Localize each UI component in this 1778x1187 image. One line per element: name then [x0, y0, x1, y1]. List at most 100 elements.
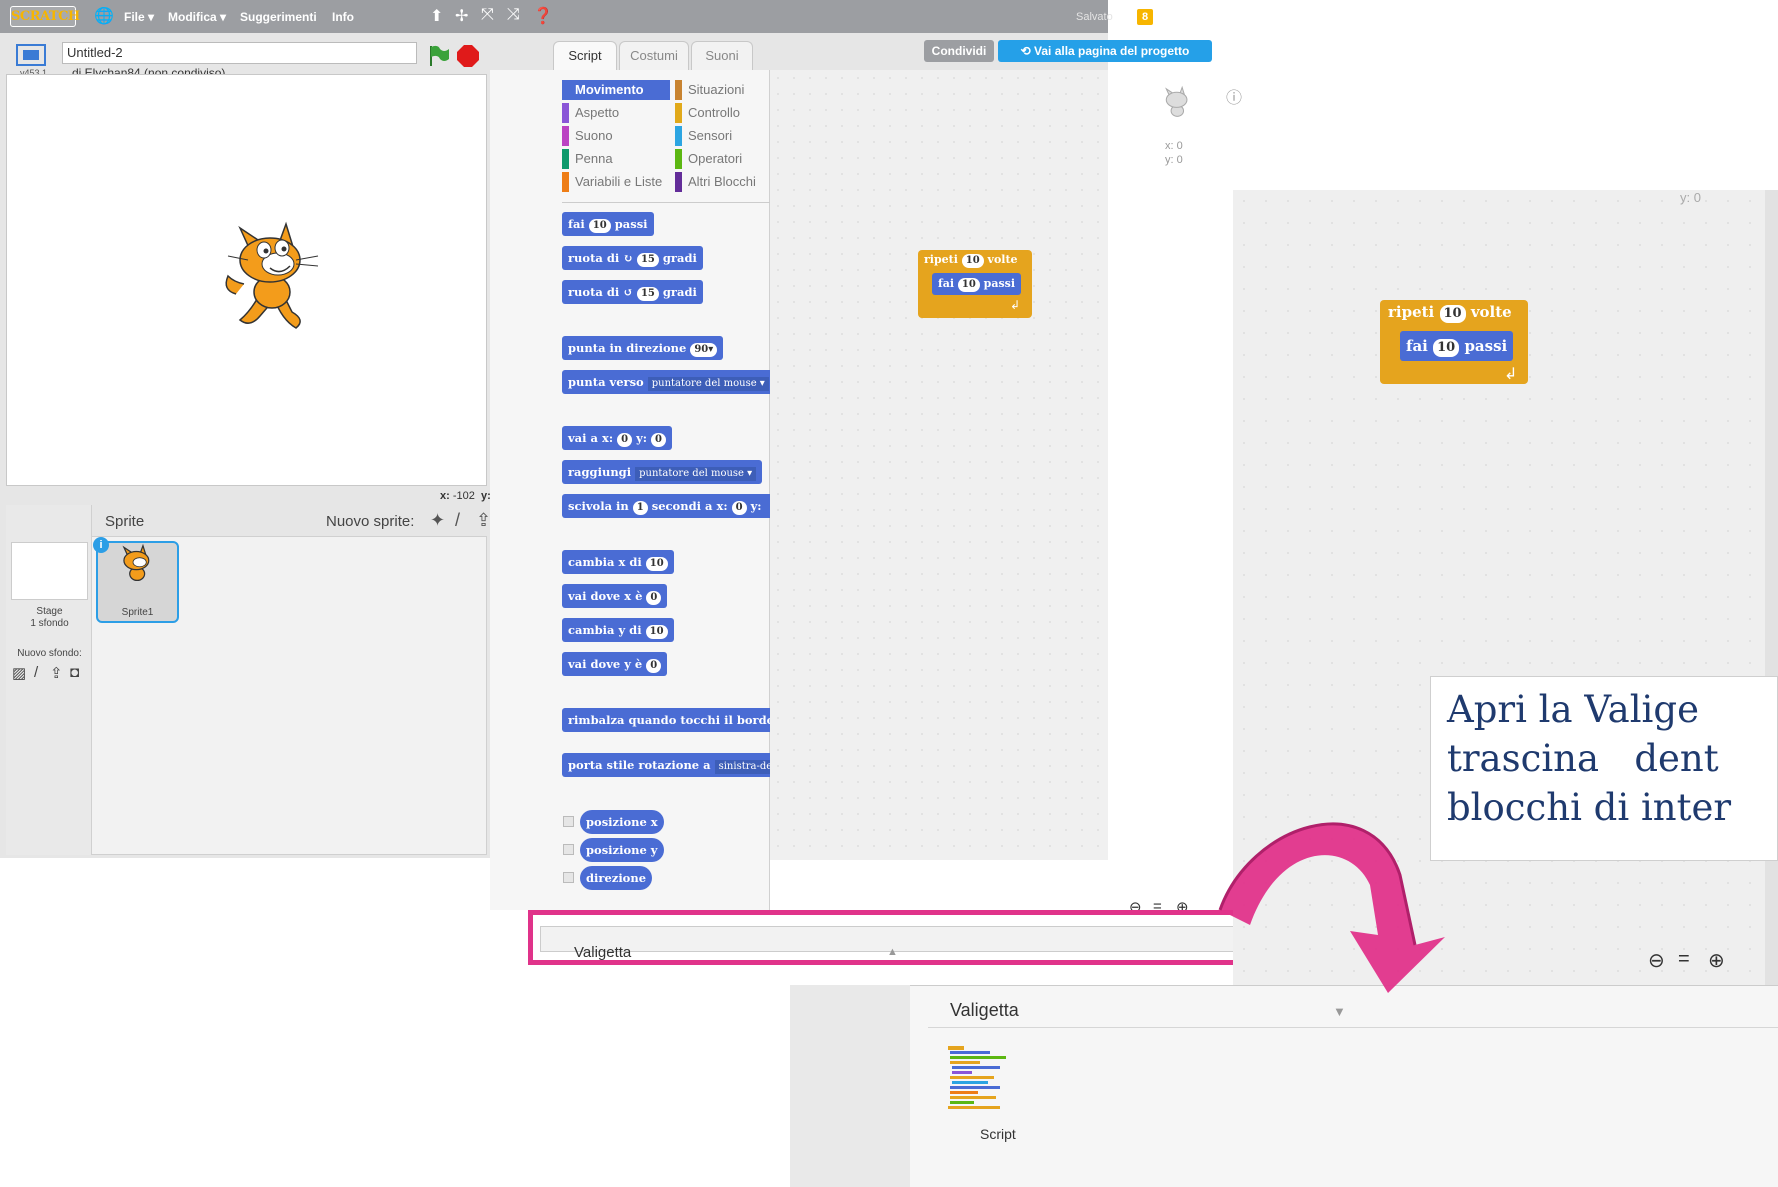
saved-status: Salvato — [1076, 11, 1113, 23]
block-rotation-style[interactable]: porta stile rotazione a sinistra-de — [562, 753, 770, 777]
sprite1-label: Sprite1 — [121, 607, 154, 618]
category-sensing[interactable]: Sensori — [675, 126, 783, 146]
reporter-y-position[interactable]: posizione y — [580, 838, 664, 862]
block-move[interactable]: fai 10 passi — [562, 212, 654, 236]
current-sprite-icon — [1165, 85, 1188, 117]
categories-right: Situazioni Controllo Sensori Operatori A… — [675, 80, 783, 192]
user-icon[interactable]: 8 — [1137, 9, 1153, 25]
share-button[interactable]: Condividi — [924, 40, 994, 62]
repeat-block-small-label: ripeti 10 volte — [924, 253, 1018, 268]
menu-tips[interactable]: Suggerimenti — [240, 10, 317, 24]
script-area[interactable] — [770, 70, 1108, 860]
move-block-small[interactable]: fai 10 passi — [932, 273, 1022, 295]
project-title-input[interactable]: Untitled-2 — [62, 42, 417, 64]
sprite1-cat-icon — [122, 543, 150, 582]
callout-line-1: Apri la Valige — [1447, 688, 1699, 731]
block-change-x[interactable]: cambia x di 10 — [562, 550, 674, 574]
duplicate-icon[interactable]: ⬆ — [430, 6, 443, 26]
category-events[interactable]: Situazioni — [675, 80, 783, 100]
shrink-icon[interactable]: ⤨ — [507, 6, 520, 24]
curved-arrow — [1218, 822, 1445, 993]
grow-icon[interactable]: ⤧ — [481, 6, 494, 24]
block-turn-left[interactable]: ruota di ↺ 15 gradi — [562, 280, 703, 304]
menu-bar — [0, 0, 1108, 33]
backpack-collapse-icon[interactable]: ▼ — [1333, 1004, 1346, 1019]
categories-left: Movimento Aspetto Suono Penna Variabili … — [562, 80, 670, 192]
zoom-reset-large-icon[interactable]: = — [1678, 948, 1690, 971]
menu-file[interactable]: File ▾ — [124, 10, 154, 24]
tab-costumes[interactable]: Costumi — [619, 41, 689, 71]
tab-sounds[interactable]: Suoni — [691, 41, 753, 71]
stop-icon[interactable] — [456, 44, 480, 68]
block-set-x[interactable]: vai dove x è 0 — [562, 584, 668, 608]
sprite-header-label: Sprite — [105, 513, 145, 530]
backpack-expanded-label: Valigetta — [950, 1000, 1019, 1020]
user-menu[interactable]: Elychan84 ▾ — [1162, 10, 1231, 24]
category-control[interactable]: Controllo — [675, 103, 783, 123]
backdrop-camera-icon[interactable]: ◘ — [70, 664, 79, 681]
backdrop-library-icon[interactable]: ▨ — [12, 664, 26, 682]
checkbox-y-position[interactable] — [563, 844, 574, 855]
backpack-script-icon[interactable] — [948, 1046, 1018, 1116]
zoom-y-readout: y: 0 — [1680, 190, 1701, 205]
block-turn-right[interactable]: ruota di ↻ 15 gradi — [562, 246, 703, 270]
menu-about[interactable]: Info — [332, 10, 354, 24]
project-page-button[interactable]: ⟲ Vai alla pagina del progetto — [998, 40, 1212, 62]
category-more-blocks[interactable]: Altri Blocchi — [675, 172, 783, 192]
category-motion[interactable]: Movimento — [562, 80, 670, 100]
category-operators[interactable]: Operatori — [675, 149, 783, 169]
menu-edit[interactable]: Modifica ▾ — [168, 10, 226, 24]
block-change-y[interactable]: cambia y di 10 — [562, 618, 674, 642]
cat-sprite[interactable] — [222, 220, 326, 336]
backdrop-paint-icon[interactable]: / — [34, 664, 38, 681]
category-variables[interactable]: Variabili e Liste — [562, 172, 670, 192]
block-set-y[interactable]: vai dove y è 0 — [562, 652, 668, 676]
fullscreen-icon[interactable] — [16, 44, 46, 66]
tab-script[interactable]: Script — [553, 41, 617, 71]
info-icon[interactable]: i — [93, 537, 109, 553]
category-pen[interactable]: Penna — [562, 149, 670, 169]
turn-right-icon: ↻ — [623, 251, 633, 265]
sprite-library-icon[interactable]: ✦ — [430, 510, 445, 531]
category-looks[interactable]: Aspetto — [562, 103, 670, 123]
block-glide[interactable]: scivola in 1 secondi a x: 0 y: — [562, 494, 770, 518]
loop-arrow-large-icon: ↲ — [1504, 366, 1518, 383]
cut-icon[interactable]: ✢ — [455, 6, 468, 26]
scratch-logo[interactable]: SCRATCH — [10, 6, 80, 27]
block-point-direction[interactable]: punta in direzione 90▾ — [562, 336, 724, 360]
stage-label: Stage — [36, 606, 63, 617]
block-point-towards[interactable]: punta verso puntatore del mouse ▾ — [562, 370, 775, 394]
backpack-highlight — [528, 910, 1244, 965]
stage-backdrop-count: 1 sfondo — [30, 618, 69, 629]
callout-line-2: trascina dent — [1447, 737, 1719, 780]
new-sprite-label: Nuovo sprite: — [326, 513, 415, 530]
help-circle-icon[interactable]: ⓘ — [1226, 84, 1242, 108]
zoom-in-large-icon[interactable]: ⊕ — [1708, 948, 1725, 973]
category-sound[interactable]: Suono — [562, 126, 670, 146]
reporter-direction[interactable]: direzione — [580, 866, 653, 890]
turn-left-icon: ↺ — [623, 285, 633, 299]
loop-arrow-icon: ↲ — [1010, 298, 1021, 312]
backpack-expanded-header[interactable] — [928, 994, 1778, 1028]
checkbox-x-position[interactable] — [563, 816, 574, 827]
globe-icon[interactable]: 🌐 — [94, 6, 114, 26]
instruction-callout: Apri la Valige trascina dent blocchi di … — [1430, 676, 1778, 861]
zoom-out-large-icon[interactable]: ⊖ — [1648, 948, 1665, 973]
zoom-scrollbar[interactable] — [1765, 190, 1778, 987]
stage-thumbnail[interactable] — [11, 542, 88, 600]
help-icon[interactable]: ❓ — [533, 6, 553, 26]
reporter-x-position[interactable]: posizione x — [580, 810, 664, 834]
backpack-script-label: Script — [980, 1126, 1016, 1142]
block-goto[interactable]: raggiungi puntatore del mouse ▾ — [562, 460, 763, 484]
green-flag-icon[interactable] — [426, 44, 450, 68]
upload-icon[interactable]: ⇪ — [476, 510, 491, 531]
checkbox-direction[interactable] — [563, 872, 574, 883]
block-bounce[interactable]: rimbalza quando tocchi il bordo — [562, 708, 781, 732]
block-goto-xy[interactable]: vai a x: 0 y: 0 — [562, 426, 672, 450]
move-block-large[interactable]: fai 10 passi — [1400, 331, 1514, 361]
sprite-header — [92, 505, 487, 537]
paint-brush-icon[interactable]: / — [455, 510, 460, 531]
new-backdrop-label: Nuovo sfondo: — [17, 648, 82, 659]
sprite-y-readout: y: 0 — [1165, 154, 1183, 166]
backdrop-upload-icon[interactable]: ⇪ — [50, 664, 63, 682]
